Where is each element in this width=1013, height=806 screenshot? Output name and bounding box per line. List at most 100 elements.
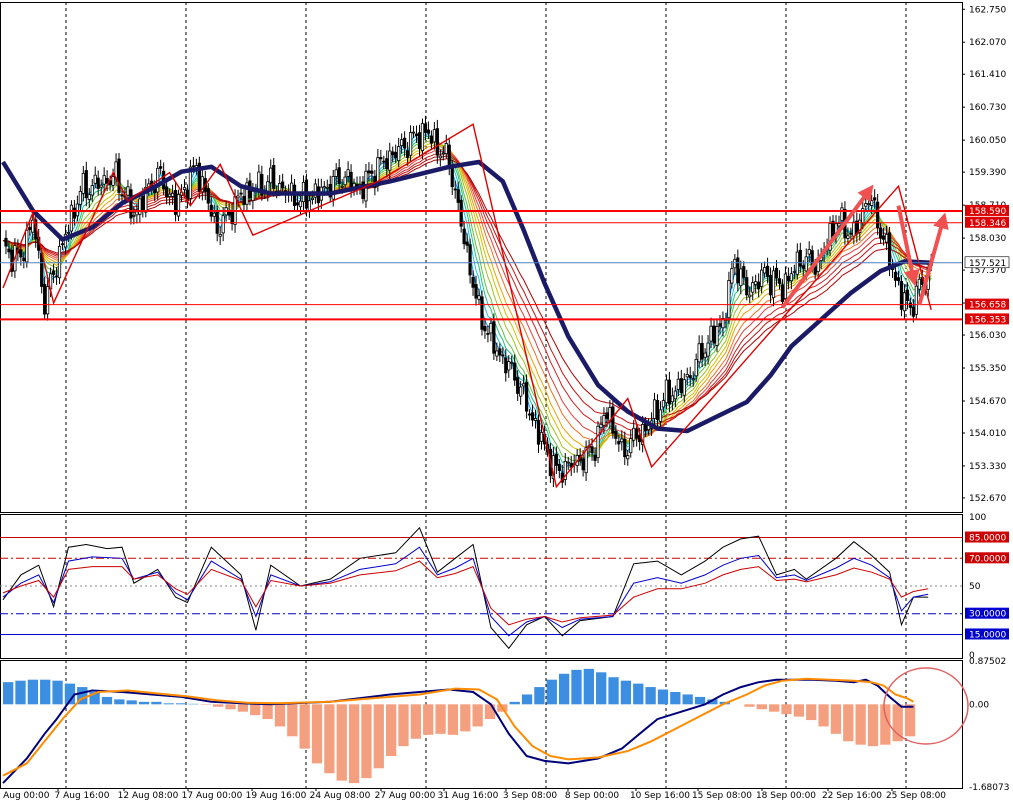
macd-histogram-bar <box>806 704 816 720</box>
candle-body <box>873 198 875 200</box>
candle-body <box>368 171 370 173</box>
macd-y-tick-label: 0.87502 <box>969 657 1006 667</box>
candle-body <box>338 168 340 184</box>
candle-body <box>389 151 391 170</box>
candle-body <box>240 193 242 194</box>
candle-body <box>183 188 185 190</box>
candle-body <box>713 326 715 343</box>
macd-histogram-bar <box>448 704 458 735</box>
candle-body <box>159 167 161 169</box>
candle-body <box>769 275 771 294</box>
macd-histogram-bar <box>781 704 791 714</box>
rsi-level-label: 30.0000 <box>969 610 1006 620</box>
candle-body <box>784 274 786 299</box>
macd-histogram-bar <box>695 697 705 704</box>
candle-body <box>406 151 408 158</box>
candle-body <box>97 178 99 188</box>
candle-body <box>133 215 135 216</box>
candle-body <box>615 431 617 438</box>
candle-body <box>23 258 25 261</box>
candle-body <box>624 439 626 457</box>
y-tick-label: 155.350 <box>969 364 1006 374</box>
candlesticks <box>5 116 933 488</box>
candle-body <box>237 196 239 198</box>
candle-body <box>469 245 471 275</box>
candle-body <box>341 186 343 187</box>
candle-body <box>740 269 742 286</box>
candle-body <box>281 182 283 188</box>
candle-body <box>496 351 498 356</box>
candle-body <box>502 355 504 356</box>
candle-body <box>82 173 84 193</box>
macd-histogram-bar <box>361 704 371 778</box>
macd-histogram-bar <box>3 682 13 704</box>
macd-histogram-bar <box>127 700 137 704</box>
candle-body <box>853 222 855 236</box>
candle-body <box>386 159 388 169</box>
candle-body <box>522 384 524 386</box>
candle-body <box>781 285 783 302</box>
candle-body <box>130 190 132 218</box>
candle-body <box>46 287 48 314</box>
candle-body <box>55 276 57 277</box>
candle-body <box>808 249 810 254</box>
macd-histogram-bar <box>262 704 272 719</box>
candle-body <box>270 168 272 183</box>
candle-body <box>8 249 10 252</box>
candle-body <box>252 191 254 200</box>
candle-body <box>487 333 489 334</box>
candle-body <box>793 271 795 272</box>
candle-body <box>582 459 584 470</box>
macd-histogram-bar <box>831 704 841 734</box>
candle-body <box>534 418 536 420</box>
candle-body <box>26 230 28 262</box>
candle-body <box>659 410 661 421</box>
candle-body <box>627 456 629 459</box>
y-tick-label: 162.750 <box>969 5 1006 15</box>
x-tick-label: 6 Aug 00:00 <box>0 791 50 801</box>
trading-chart[interactable]: 6 Aug 00:007 Aug 16:0012 Aug 08:0017 Aug… <box>0 0 1013 802</box>
candle-body <box>778 279 780 284</box>
candle-body <box>630 439 632 453</box>
candle-body <box>674 391 676 399</box>
chart-canvas[interactable]: 6 Aug 00:007 Aug 16:0012 Aug 08:0017 Aug… <box>0 0 1013 802</box>
candle-body <box>731 269 733 283</box>
x-tick-label: 19 Aug 16:00 <box>246 791 307 801</box>
macd-histogram-bar <box>164 703 174 704</box>
macd-histogram-bar <box>52 681 62 705</box>
macd-histogram-bar <box>312 704 322 763</box>
candle-body <box>606 413 608 419</box>
candle-body <box>737 258 739 283</box>
candle-body <box>802 266 804 269</box>
candle-body <box>775 268 777 278</box>
y-tick-label: 153.330 <box>969 462 1006 472</box>
candle-body <box>112 177 114 186</box>
candle-body <box>347 170 349 177</box>
candle-body <box>430 136 432 143</box>
candle-body <box>879 228 881 238</box>
price-level-label: 156.658 <box>969 301 1006 311</box>
candle-body <box>653 400 655 419</box>
candle-body <box>499 349 501 355</box>
candle-body <box>311 198 313 199</box>
macd-histogram-bar <box>472 704 482 726</box>
macd-histogram-bar <box>275 704 285 726</box>
candle-body <box>127 187 129 195</box>
x-tick-label: 27 Aug 00:00 <box>375 791 436 801</box>
candle-body <box>403 138 405 148</box>
candle-body <box>668 380 670 404</box>
candle-body <box>454 189 456 190</box>
candle-body <box>760 270 762 286</box>
candle-body <box>695 359 697 375</box>
rsi-line-black <box>3 528 928 649</box>
macd-histogram-bar <box>102 697 112 704</box>
candle-body <box>850 233 852 234</box>
candle-body <box>421 124 423 151</box>
x-tick-label: 7 Aug 16:00 <box>55 791 110 801</box>
candle-body <box>909 303 911 308</box>
rsi-line-blue <box>3 547 928 636</box>
candle-body <box>457 190 459 203</box>
macd-histogram <box>3 669 915 783</box>
candle-body <box>871 201 873 206</box>
price-level-label: 156.353 <box>969 315 1006 325</box>
